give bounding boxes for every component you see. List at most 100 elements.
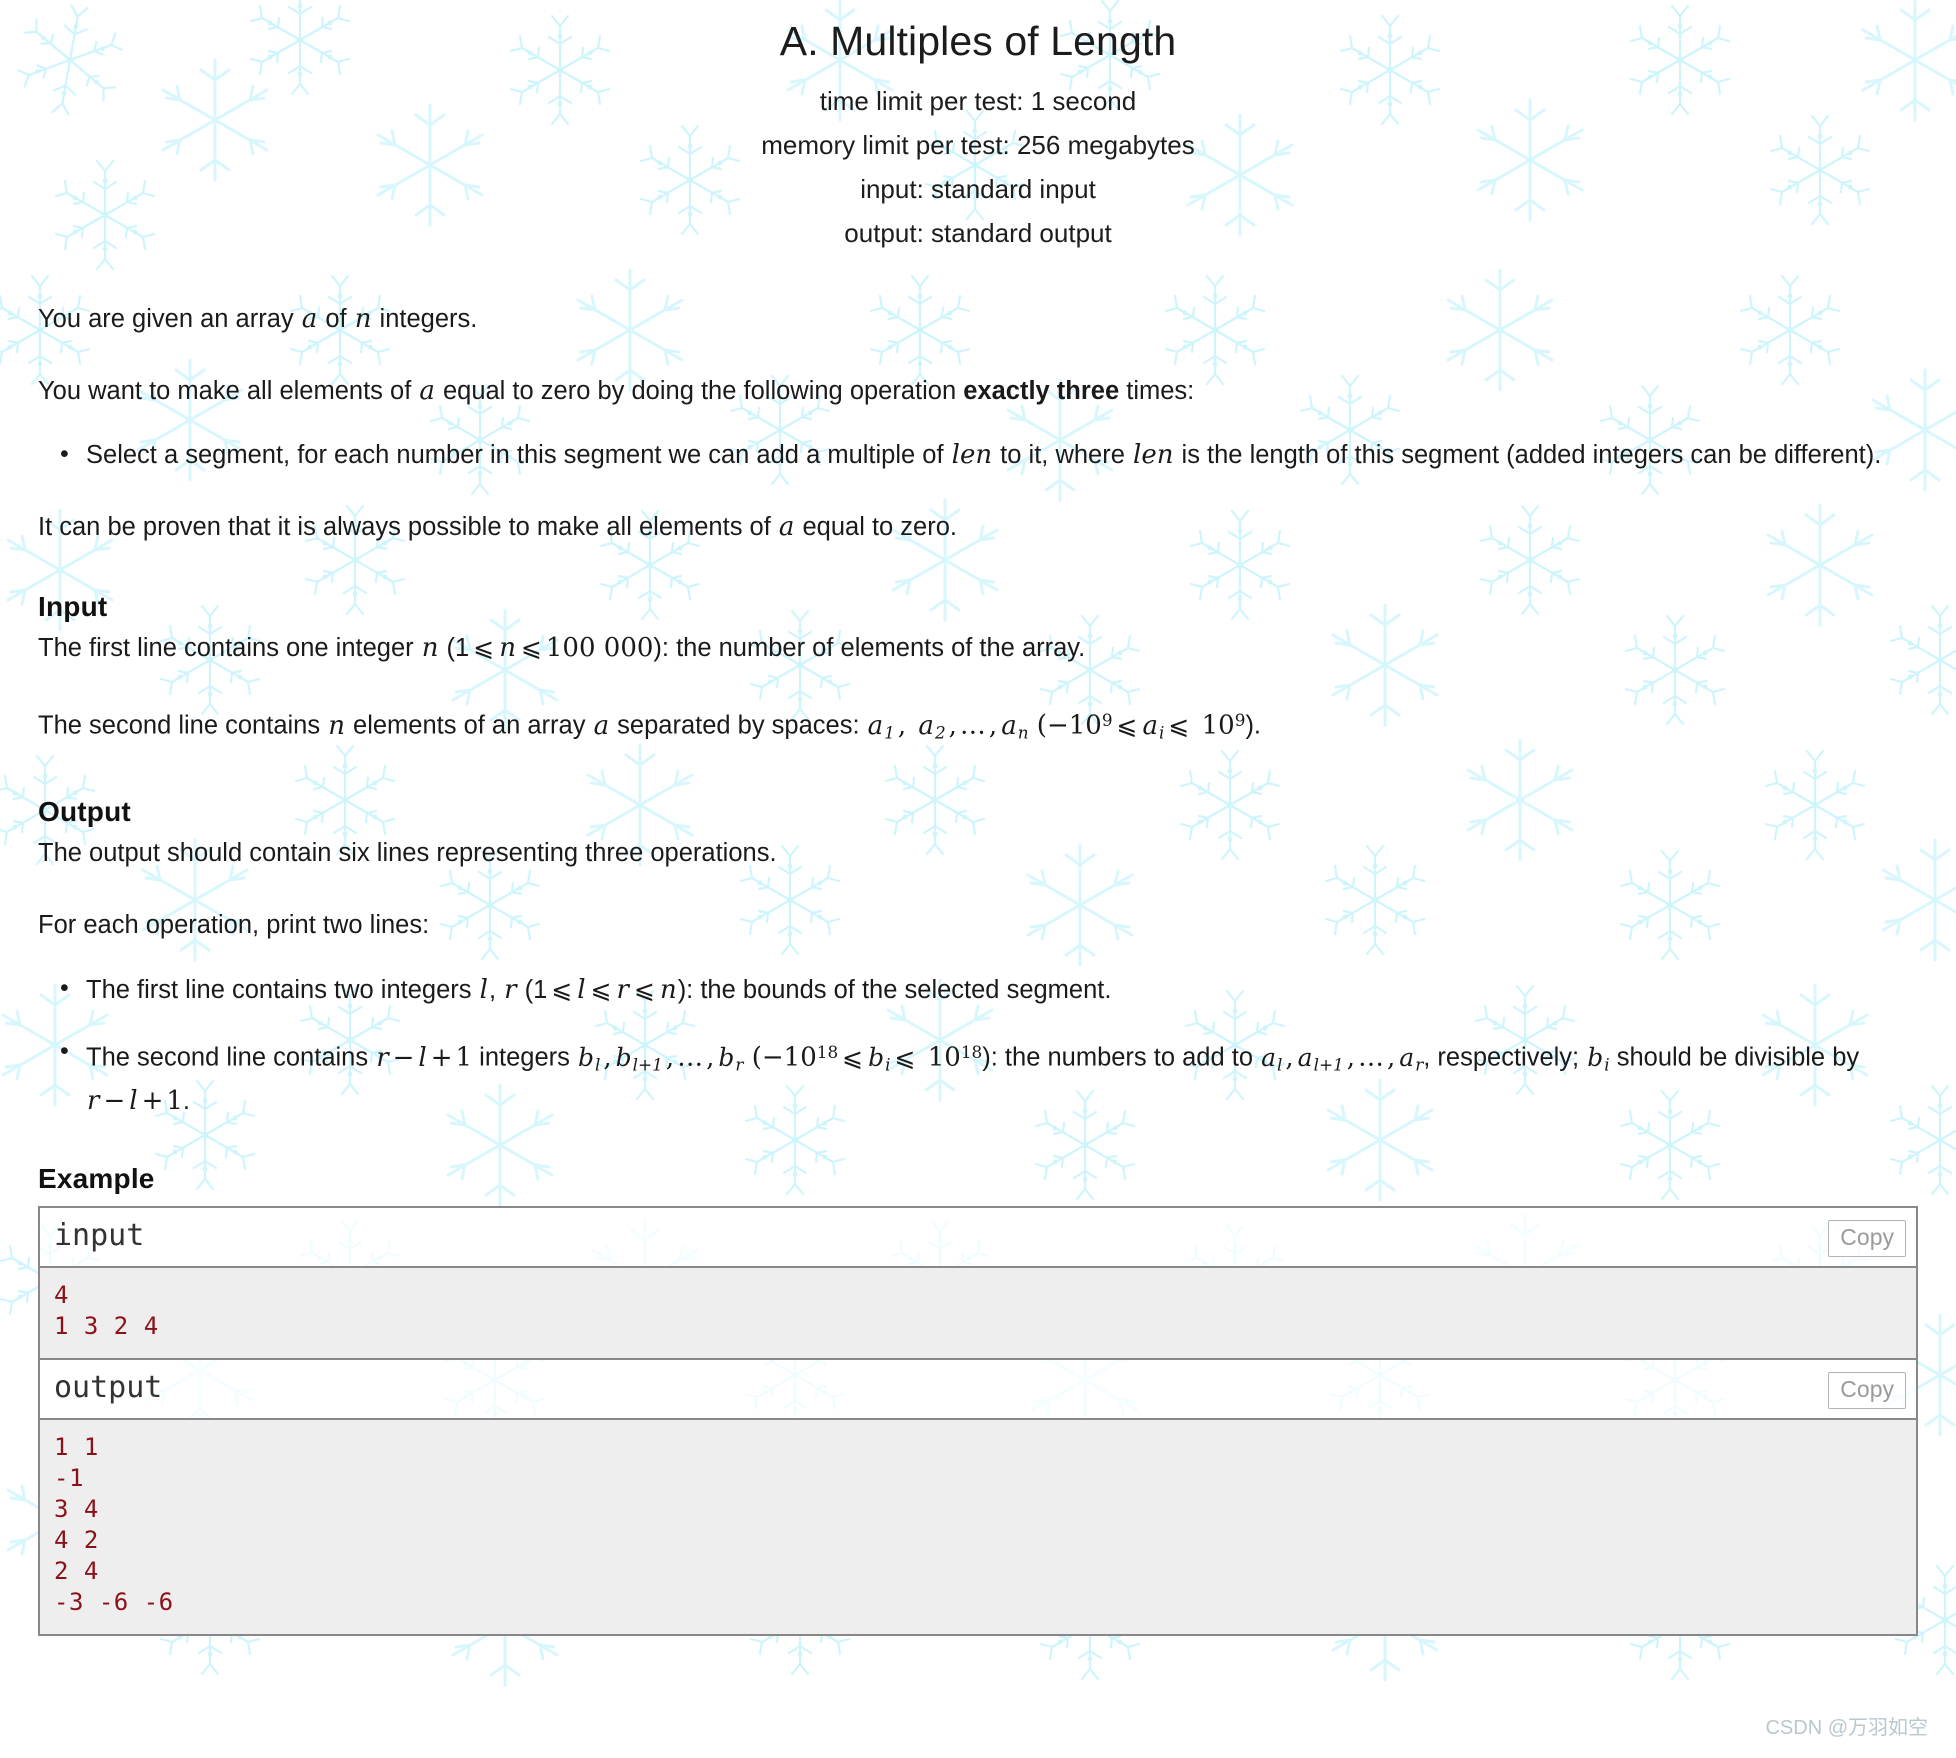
copy-input-button[interactable]: Copy [1828,1220,1906,1258]
math-number: 1 [455,1042,473,1073]
comma: , [1285,1042,1294,1073]
math-number: 100 000 [545,632,654,663]
comma: , [1346,1042,1356,1073]
less-equal-symbol: ⩽ [551,975,573,1004]
math-var-n: n [354,304,372,335]
sample-output-code: 1 1 -1 3 4 4 2 2 4 -3 -6 -6 [40,1420,1916,1635]
ellipsis: … [677,1042,704,1073]
math-var-al: a [1261,1042,1276,1072]
math-subscript: l+1 [1313,1054,1344,1075]
math-var-a: a [593,710,610,741]
less-equal-symbol: ⩽ [590,975,612,1004]
memory-limit: memory limit per test: 256 megabytes [761,130,1195,161]
text-fragment: integers [472,1043,577,1072]
math-var-l: l [479,975,488,1005]
math-subscript: 1 [884,722,895,743]
example-section-heading: Example [38,1163,155,1195]
sample-output-header: output Copy [40,1360,1916,1421]
text-fragment: of [318,305,354,334]
list-item: The first line contains two integers l, … [60,970,1918,1009]
math-var-bi: b [1587,1042,1604,1072]
text-fragment: ): the number of elements of the array. [653,633,1086,662]
math-var-r: r [376,1042,389,1073]
list-item: Select a segment, for each number in thi… [60,436,1918,474]
math-var-a: a [419,376,435,407]
text-fragment: Select a segment, for each number in thi… [86,441,951,470]
math-subscript: n [1017,722,1029,743]
less-equal-symbol: ⩽ [1168,710,1190,740]
problem-statement-page: A. Multiples of Length time limit per te… [0,0,1956,1758]
text-fragment: The first line contains two integers [86,976,479,1004]
text-fragment: The second line contains [38,711,328,740]
comma: , [488,976,504,1004]
math-number: 1 [166,1086,183,1117]
output-line-1: The output should contain six lines repr… [38,839,777,867]
copy-output-button[interactable]: Copy [1828,1372,1906,1410]
output-bullet-list: The first line contains two integers l , … [38,970,1918,1120]
sample-output-label: output [54,1370,163,1406]
comma: , [706,1042,715,1073]
math-var-n: n [421,632,439,663]
example-tests-container: input Copy 4 1 3 2 4 output Copy 1 1 -1 … [38,1206,1918,1637]
csdn-watermark: CSDN @万羽如空 [1765,1717,1928,1739]
sample-input-code: 4 1 3 2 4 [40,1268,1916,1361]
math-var-a: a [778,512,795,543]
ellipsis: … [959,710,986,741]
math-exponent: 9 [1234,709,1246,730]
less-equal-symbol: ⩽ [894,1042,916,1072]
comma: , [1387,1042,1396,1073]
text-fragment: You are given an array [38,305,301,334]
text-fragment: . [182,1087,190,1116]
text-fragment: The second line contains [86,1043,376,1072]
text-fragment: ). [1245,711,1262,740]
input-section-heading: Input [38,591,108,623]
text-fragment: to it, where [993,441,1132,470]
math-var-len: len [951,440,993,471]
plus-operator: + [141,1086,164,1117]
text-fragment: The first line contains one integer [38,633,421,662]
math-var-n: n [659,975,677,1005]
math-var-a1: a [867,710,884,741]
math-subscript: l+1 [632,1054,663,1075]
math-var-al1: a [1297,1042,1313,1072]
less-equal-symbol: ⩽ [520,632,542,662]
text-fragment: You want to make all elements of [38,377,419,406]
input-line-1: The first line contains one integer n (1… [38,632,1918,664]
less-equal-symbol: ⩽ [1116,710,1138,740]
emphasis-exactly-three: exactly three [963,377,1120,406]
math-subscript: 2 [934,722,946,743]
text-fragment: (1 [517,976,548,1004]
sample-input-header: input Copy [40,1208,1916,1269]
comma: , [988,710,998,741]
text-fragment: elements of an array [345,711,593,740]
statement-paragraph-2: You want to make all elements of a equal… [38,375,1918,407]
statement-paragraph-1: You are given an array a of n integers. [38,303,1918,335]
text-fragment: (1 [439,633,470,662]
plus-operator: + [430,1042,453,1073]
math-var-a2: a [918,710,934,741]
text-fragment: equal to zero. [795,513,957,542]
less-equal-symbol: ⩽ [842,1042,864,1072]
math-var-bl: b [577,1042,594,1072]
minus-operator: − [103,1086,126,1117]
comma: , [665,1042,675,1073]
output-spec: output: standard output [844,218,1112,249]
math-var-ai: a [1142,710,1159,741]
comma: , [897,710,915,741]
text-fragment: ): the numbers to add to [982,1043,1261,1072]
math-var-len: len [1133,440,1174,471]
page-title: A. Multiples of Length [779,18,1177,64]
problem-header: A. Multiples of Length time limit per te… [0,0,1956,255]
math-var-n: n [328,710,345,741]
text-fragment: integers. [372,305,478,334]
math-var-ar: a [1399,1042,1415,1072]
math-var-r: r [504,975,517,1005]
range-open: (−10 [743,1042,817,1073]
math-var-an: a [1001,710,1017,741]
math-var-br: b [718,1042,735,1072]
comma: , [948,710,957,741]
text-fragment: times: [1119,377,1195,406]
list-item: The second line contains r−l+1 integers … [60,1033,1918,1120]
sample-input-label: input [54,1218,145,1254]
math-var-bl1: b [615,1042,632,1072]
